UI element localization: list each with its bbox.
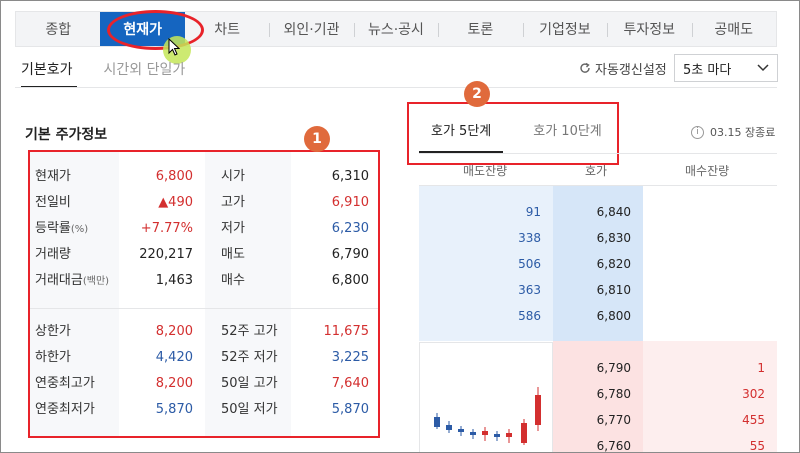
ask-volume: 91: [525, 205, 541, 219]
annotation-box-1: [28, 150, 380, 438]
ask-volume: 506: [518, 257, 541, 271]
bid-volume: 455: [742, 413, 765, 427]
ask-price: 6,820: [596, 257, 631, 271]
refresh-interval-select[interactable]: 5초 마다: [674, 54, 778, 82]
header-ask-volume: 매도잔량: [463, 164, 508, 178]
candle: [482, 427, 488, 441]
bid-volume: 55: [749, 439, 765, 453]
candle: [506, 429, 512, 443]
candle: [446, 421, 452, 433]
bid-price: 6,770: [596, 413, 631, 427]
sub-tab-bar: 기본호가 시간외 단일가: [21, 56, 196, 88]
tab-summary[interactable]: 종합: [16, 12, 100, 46]
bid-volume: 1: [757, 361, 765, 375]
market-status: i 03.15 장종료: [691, 124, 775, 140]
tab-basic-quote[interactable]: 기본호가: [21, 56, 77, 88]
app-frame: 종합 현재가 차트 외인·기관 뉴스·공시 토론 기업정보 투자정보 공매도 기…: [0, 0, 800, 453]
candle-chart-svg: [434, 387, 541, 445]
ask-price: 6,840: [596, 205, 631, 219]
ask-volume: 338: [518, 231, 541, 245]
ask-price: 6,800: [596, 309, 631, 323]
mouse-pointer-icon: [168, 38, 180, 56]
tab-discussion[interactable]: 토론: [438, 12, 522, 46]
tab-foreign-institution[interactable]: 외인·기관: [269, 12, 353, 46]
ask-price: 6,830: [596, 231, 631, 245]
bid-price: 6,790: [596, 361, 631, 375]
sub-tab-divider: [15, 87, 777, 88]
market-status-text: 03.15 장종료: [710, 126, 776, 139]
header-bid-volume: 매수잔량: [685, 164, 730, 178]
refresh-icon: [580, 62, 590, 73]
tab-investment-info[interactable]: 투자정보: [607, 12, 691, 46]
candle: [494, 431, 500, 441]
bid-price: 6,780: [596, 387, 631, 401]
auto-refresh-label: 자동갱신설정: [595, 62, 667, 78]
annotation-badge-2: 2: [464, 81, 490, 107]
auto-refresh-setting[interactable]: 자동갱신설정: [579, 58, 667, 78]
header-price: 호가: [585, 164, 608, 178]
annotation-badge-1: 1: [304, 126, 330, 152]
section-title: 기본 주가정보: [25, 127, 108, 143]
candle: [521, 419, 527, 445]
ask-volume: 363: [518, 283, 541, 297]
refresh-interval-value: 5초 마다: [683, 62, 732, 78]
tab-after-hours[interactable]: 시간외 단일가: [93, 56, 197, 88]
orderbook-header: 매도잔량 호가 매수잔량: [419, 153, 777, 186]
bid-volume: 302: [742, 387, 765, 401]
bid-price: 6,760: [596, 439, 631, 453]
ask-price: 6,810: [596, 283, 631, 297]
tab-short-selling[interactable]: 공매도: [691, 12, 776, 46]
candle: [434, 413, 440, 429]
intraday-candle-chart: [419, 342, 553, 452]
candle: [458, 426, 464, 436]
tab-news-disclosure[interactable]: 뉴스·공시: [353, 12, 438, 46]
tab-company-info[interactable]: 기업정보: [522, 12, 607, 46]
chevron-down-icon: [757, 64, 769, 72]
ask-volume: 586: [518, 309, 541, 323]
candle: [535, 387, 541, 431]
candle: [470, 429, 476, 439]
info-icon[interactable]: i: [691, 125, 704, 139]
